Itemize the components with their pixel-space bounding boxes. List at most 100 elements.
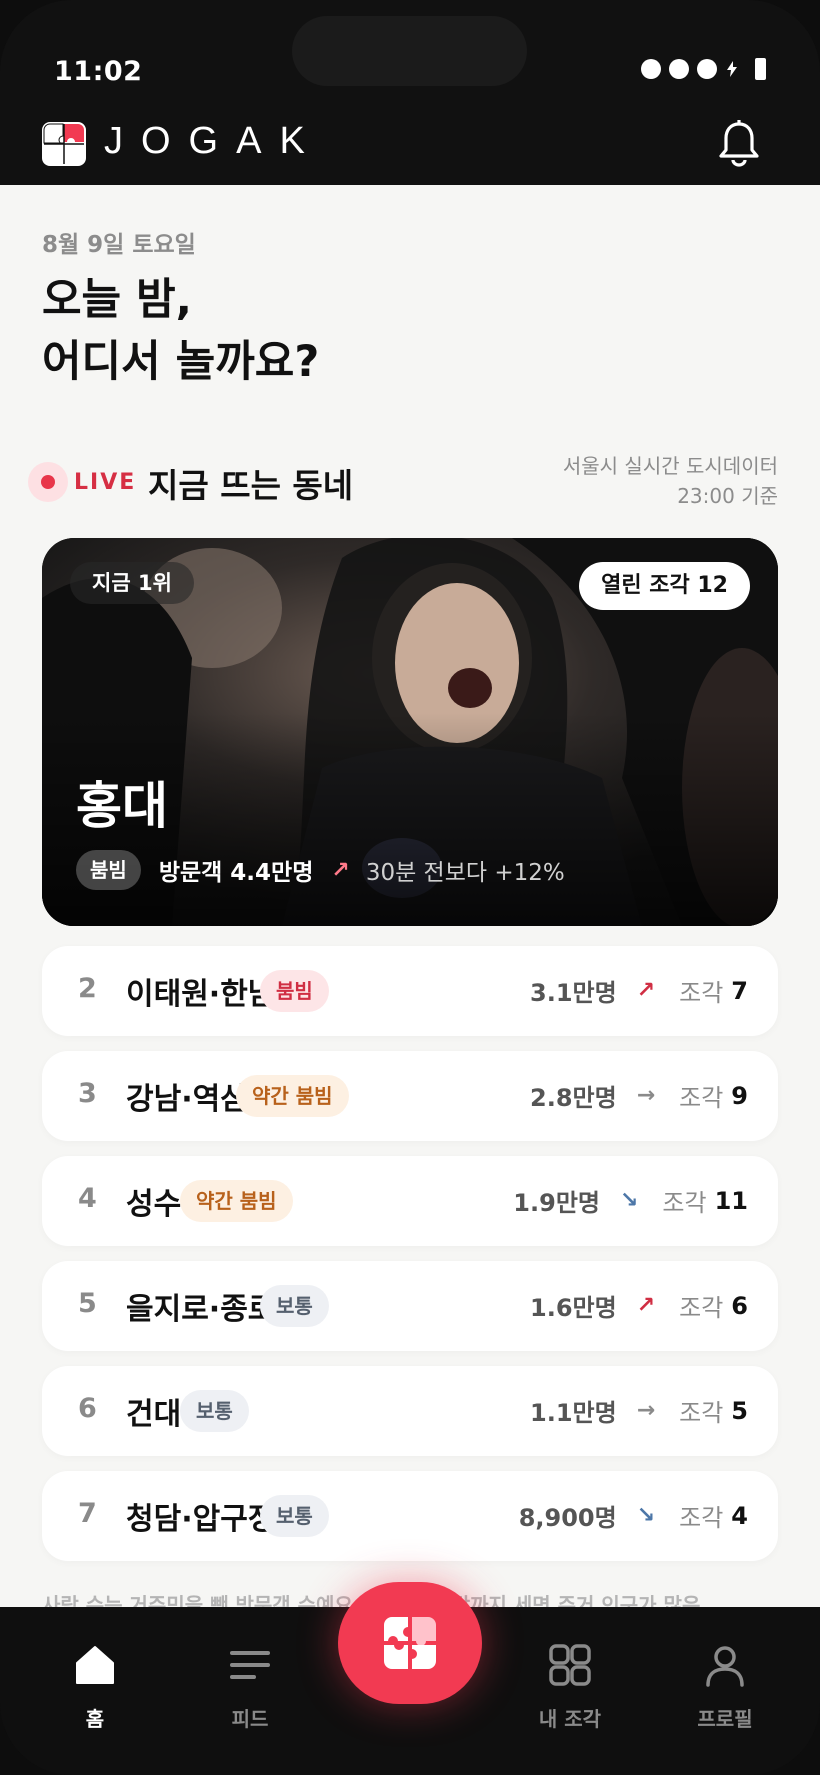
neighborhood-name: 을지로·종로 xyxy=(126,1292,276,1327)
visitor-count: 1.9만명 xyxy=(513,1189,600,1217)
crowd-status-badge: 붐빔 xyxy=(260,970,329,1012)
section-title: 지금 뜨는 동네 xyxy=(148,466,354,505)
pieces-label: 조각 xyxy=(679,979,724,1007)
trend-flat-icon: → xyxy=(636,1398,656,1423)
rank-number: 3 xyxy=(78,1078,97,1109)
visitor-delta: 30분 전보다 +12% xyxy=(365,860,565,886)
crowd-status-badge: 보통 xyxy=(260,1285,329,1327)
neighborhood-name: 청담·압구정 xyxy=(126,1502,276,1537)
trend-down-icon: ↘ xyxy=(619,1188,639,1213)
data-source-name: 서울시 실시간 도시데이터 xyxy=(562,454,778,478)
tab-my-pieces[interactable]: 내 조각 xyxy=(515,1643,625,1732)
pieces-count: 7 xyxy=(731,976,748,1005)
trend-up-icon: ↗ xyxy=(636,978,656,1003)
status-time: 11:02 xyxy=(54,56,143,87)
app-screen: 11:02 JOGAK 8월 9일 토요일 오늘 밤, 어디서 놀까요? LIV… xyxy=(0,0,820,1775)
pieces-count: 4 xyxy=(731,1501,748,1530)
live-indicator: LIVE xyxy=(28,462,134,502)
row-stats: 1.9만명 ↘ 조각 11 xyxy=(513,1183,748,1218)
tab-my-pieces-label: 내 조각 xyxy=(538,1707,602,1731)
top-neighborhood-card[interactable]: 지금 1위 열린 조각 12 홍대 붐빔 방문객 4.4만명 ↗ 30분 전보다… xyxy=(42,538,778,926)
pieces-label: 조각 xyxy=(679,1294,724,1322)
brand-name: JOGAK xyxy=(104,120,323,162)
trend-down-icon: ↘ xyxy=(636,1503,656,1528)
rank-number: 6 xyxy=(78,1393,97,1424)
data-source: 서울시 실시간 도시데이터 23:00 기준 xyxy=(563,451,778,511)
visitor-count: 1.6만명 xyxy=(530,1294,617,1322)
headline-line-2: 어디서 놀까요? xyxy=(42,337,320,387)
neighborhood-name: 강남·역삼 xyxy=(126,1082,248,1117)
current-date: 8월 9일 토요일 xyxy=(42,232,196,258)
crowd-status-badge: 약간 붐빔 xyxy=(180,1180,293,1222)
trend-up-icon: ↗ xyxy=(331,857,350,883)
signal-icon xyxy=(697,59,717,79)
battery-icon xyxy=(755,58,766,80)
pieces-count: 6 xyxy=(731,1291,748,1320)
row-stats: 8,900명 ↘ 조각 4 xyxy=(519,1498,748,1533)
trend-up-icon: ↗ xyxy=(636,1293,656,1318)
status-bar: 11:02 xyxy=(0,0,820,100)
tab-home-label: 홈 xyxy=(85,1707,105,1731)
visitor-count: 3.1만명 xyxy=(530,979,617,1007)
row-stats: 2.8만명 → 조각 9 xyxy=(530,1078,748,1113)
neighborhood-name: 건대 xyxy=(126,1397,182,1432)
page-title: 오늘 밤, 어디서 놀까요? xyxy=(42,269,319,393)
pieces-label: 조각 xyxy=(679,1084,724,1112)
visitor-count: 2.8만명 xyxy=(530,1084,617,1112)
pieces-count: 5 xyxy=(731,1396,748,1425)
visitor-count: 1.1만명 xyxy=(530,1399,617,1427)
neighborhood-name: 홍대 xyxy=(76,777,168,835)
grid-icon xyxy=(549,1644,591,1686)
charging-icon xyxy=(727,61,737,77)
crowd-status-badge: 보통 xyxy=(260,1495,329,1537)
ranking-row[interactable]: 7 청담·압구정 보통 8,900명 ↘ 조각 4 xyxy=(42,1471,778,1561)
bell-icon[interactable] xyxy=(716,118,762,168)
ranking-row[interactable]: 5 을지로·종로 보통 1.6만명 ↗ 조각 6 xyxy=(42,1261,778,1351)
pieces-count: 9 xyxy=(731,1081,748,1110)
status-icons xyxy=(641,58,766,80)
visitor-count: 8,900명 xyxy=(518,1504,617,1532)
pieces-label: 조각 xyxy=(679,1399,724,1427)
live-dot-icon xyxy=(41,475,55,489)
tab-feed[interactable]: 피드 xyxy=(195,1643,305,1732)
rank-number: 5 xyxy=(78,1288,97,1319)
crowd-status-badge: 붐빔 xyxy=(76,850,141,890)
tab-home[interactable]: 홈 xyxy=(40,1643,150,1732)
add-piece-button[interactable] xyxy=(338,1582,482,1704)
tab-feed-label: 피드 xyxy=(231,1707,269,1731)
puzzle-logo-icon xyxy=(42,122,86,166)
signal-icon xyxy=(641,59,661,79)
row-stats: 3.1만명 ↗ 조각 7 xyxy=(530,973,748,1008)
person-icon xyxy=(706,1646,744,1687)
ranking-row[interactable]: 4 성수 약간 붐빔 1.9만명 ↘ 조각 11 xyxy=(42,1156,778,1246)
pieces-label: 조각 xyxy=(662,1189,707,1217)
ranking-row[interactable]: 6 건대 보통 1.1만명 → 조각 5 xyxy=(42,1366,778,1456)
open-pieces-badge: 열린 조각 12 xyxy=(579,562,750,610)
ranking-row[interactable]: 2 이태원·한남 붐빔 3.1만명 ↗ 조각 7 xyxy=(42,946,778,1036)
rank-number: 2 xyxy=(78,973,97,1004)
live-label: LIVE xyxy=(74,470,137,495)
crowd-status-badge: 약간 붐빔 xyxy=(236,1075,349,1117)
hero-stats: 붐빔 방문객 4.4만명 ↗ 30분 전보다 +12% xyxy=(76,850,565,890)
rank-number: 7 xyxy=(78,1498,97,1529)
visitor-count: 방문객 4.4만명 xyxy=(158,860,314,886)
pieces-label: 조각 xyxy=(679,1504,724,1532)
row-stats: 1.6만명 ↗ 조각 6 xyxy=(530,1288,748,1323)
feed-icon xyxy=(230,1651,270,1679)
trend-flat-icon: → xyxy=(636,1083,656,1108)
dynamic-island xyxy=(292,16,527,86)
crowd-status-badge: 보통 xyxy=(180,1390,249,1432)
ranking-row[interactable]: 3 강남·역삼 약간 붐빔 2.8만명 → 조각 9 xyxy=(42,1051,778,1141)
pieces-count: 11 xyxy=(714,1186,748,1215)
rank-badge: 지금 1위 xyxy=(70,562,194,604)
tab-profile[interactable]: 프로필 xyxy=(670,1643,780,1732)
tab-profile-label: 프로필 xyxy=(697,1707,753,1731)
neighborhood-name: 성수 xyxy=(126,1187,182,1222)
home-content[interactable]: 8월 9일 토요일 오늘 밤, 어디서 놀까요? LIVE 지금 뜨는 동네 서… xyxy=(0,185,820,1607)
headline-line-1: 오늘 밤, xyxy=(42,275,192,325)
rank-number: 4 xyxy=(78,1183,97,1214)
app-header: JOGAK xyxy=(0,100,820,185)
neighborhood-name: 이태원·한남 xyxy=(126,977,276,1012)
row-stats: 1.1만명 → 조각 5 xyxy=(530,1393,748,1428)
data-timestamp: 23:00 기준 xyxy=(677,484,778,508)
